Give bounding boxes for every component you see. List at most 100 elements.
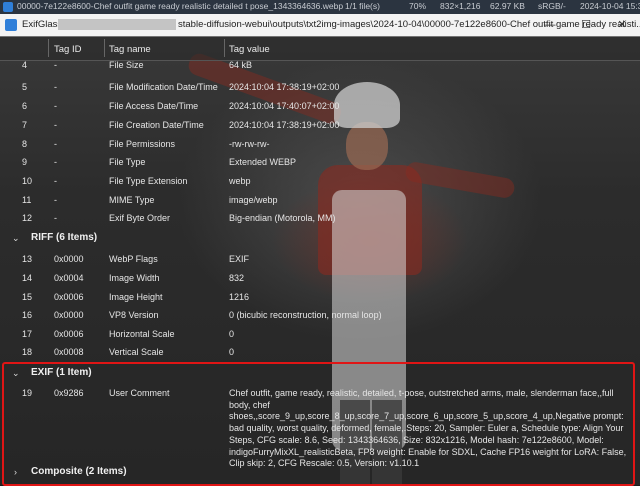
row-tag-id: 0x0000: [54, 254, 84, 264]
row-index: 7: [22, 120, 28, 130]
row-tag-name: File Permissions: [109, 139, 176, 149]
row-tag-id: -: [54, 195, 57, 205]
table-row[interactable]: 6 - File Access Date/Time 2024:10:04 17:…: [0, 97, 640, 116]
row-index: 13: [22, 254, 33, 264]
row-tag-value: Extended WEBP: [229, 157, 297, 167]
row-tag-id: -: [54, 120, 57, 130]
row-index: 6: [22, 101, 28, 111]
row-tag-name: Vertical Scale: [109, 347, 164, 357]
row-tag-id: 0x0004: [54, 273, 84, 283]
row-tag-value: 2024:10:04 17:38:19+02:00: [229, 120, 340, 130]
row-tag-value: Big-endian (Motorola, MM): [229, 213, 336, 223]
table-row[interactable]: 15 0x0006 Image Height 1216: [0, 288, 640, 307]
minimize-button[interactable]: —: [532, 14, 568, 36]
column-separator[interactable]: [48, 39, 49, 57]
row-tag-value: -rw-rw-rw-: [229, 139, 270, 149]
row-tag-id: 0x0000: [54, 310, 84, 320]
row-tag-value: 2024:10:04 17:38:19+02:00: [229, 82, 340, 92]
column-header-tag-name[interactable]: Tag name: [109, 44, 151, 55]
row-index: 4: [22, 60, 28, 70]
row-index: 8: [22, 139, 28, 149]
row-tag-name: Image Height: [109, 292, 163, 302]
image-viewer-status-bar: 00000-7e122e8600-Chef outfit game ready …: [0, 0, 640, 14]
table-row[interactable]: 10 - File Type Extension webp: [0, 172, 640, 191]
group-header-composite[interactable]: › Composite (2 Items): [0, 462, 640, 482]
table-row[interactable]: 13 0x0000 WebP Flags EXIF: [0, 250, 640, 269]
row-tag-value: image/webp: [229, 195, 278, 205]
user-comment-value: Chef outfit, game ready, realistic, deta…: [229, 388, 627, 469]
row-tag-name: Horizontal Scale: [109, 329, 175, 339]
chevron-down-icon[interactable]: ⌄: [12, 233, 20, 244]
status-file-count: 1/1 file(s): [345, 1, 380, 11]
status-dimensions: 832×1,216: [440, 1, 481, 11]
row-tag-name: VP8 Version: [109, 310, 159, 320]
status-color-space: sRGB/-: [538, 1, 566, 11]
row-tag-value: 0: [229, 347, 235, 357]
table-row[interactable]: 17 0x0006 Horizontal Scale 0: [0, 325, 640, 344]
row-index: 5: [22, 82, 28, 92]
row-tag-name: MIME Type: [109, 195, 155, 205]
chevron-down-icon[interactable]: ⌄: [12, 368, 20, 379]
row-tag-id: 0x9286: [54, 388, 84, 398]
row-tag-name: File Creation Date/Time: [109, 120, 204, 130]
table-row[interactable]: 9 - File Type Extended WEBP: [0, 153, 640, 172]
table-row[interactable]: 11 - MIME Type image/webp: [0, 191, 640, 210]
grid-header: Tag ID Tag name Tag value: [0, 36, 640, 61]
table-row[interactable]: 12 - Exif Byte Order Big-endian (Motorol…: [0, 209, 640, 228]
row-tag-name: Image Width: [109, 273, 160, 283]
row-index: 9: [22, 157, 28, 167]
row-index: 19: [22, 388, 33, 398]
table-row[interactable]: 5 - File Modification Date/Time 2024:10:…: [0, 78, 640, 97]
row-tag-id: -: [54, 139, 57, 149]
table-row[interactable]: 16 0x0000 VP8 Version 0 (bicubic reconst…: [0, 306, 640, 325]
row-index: 11: [22, 195, 32, 205]
row-tag-id: -: [54, 176, 57, 186]
column-separator[interactable]: [224, 39, 225, 57]
status-file-size: 62.97 KB: [490, 1, 525, 11]
table-row[interactable]: 14 0x0004 Image Width 832: [0, 269, 640, 288]
group-header-exif[interactable]: ⌄ EXIF (1 Item): [0, 363, 640, 383]
redacted-path-segment: [58, 19, 176, 30]
row-tag-value: webp: [229, 176, 251, 186]
row-tag-name: User Comment: [109, 388, 170, 398]
row-tag-id: 0x0008: [54, 347, 84, 357]
row-tag-name: File Size: [109, 60, 144, 70]
group-header-riff[interactable]: ⌄ RIFF (6 Items): [0, 228, 640, 248]
row-tag-name: WebP Flags: [109, 254, 158, 264]
chevron-right-icon[interactable]: ›: [14, 467, 17, 477]
row-tag-name: File Type: [109, 157, 146, 167]
row-tag-id: -: [54, 60, 57, 70]
exifglass-app-icon: [5, 19, 17, 31]
close-button[interactable]: ✕: [604, 14, 640, 36]
group-label: RIFF (6 Items): [31, 232, 98, 243]
row-tag-value: 0 (bicubic reconstruction, normal loop): [229, 310, 382, 320]
row-tag-name: Exif Byte Order: [109, 213, 171, 223]
row-tag-name: File Modification Date/Time: [109, 82, 218, 92]
row-tag-id: -: [54, 82, 57, 92]
table-row[interactable]: 7 - File Creation Date/Time 2024:10:04 1…: [0, 116, 640, 135]
row-tag-id: 0x0006: [54, 292, 84, 302]
column-header-tag-id[interactable]: Tag ID: [54, 44, 81, 55]
row-index: 17: [22, 329, 33, 339]
row-tag-id: -: [54, 101, 57, 111]
row-tag-value: 832: [229, 273, 245, 283]
row-index: 16: [22, 310, 33, 320]
table-row[interactable]: 4 - File Size 64 kB: [0, 60, 640, 72]
row-tag-value: 2024:10:04 17:40:07+02:00: [229, 101, 340, 111]
row-tag-name: File Access Date/Time: [109, 101, 199, 111]
table-row[interactable]: 19 0x9286 User Comment Chef outfit, game…: [0, 384, 640, 468]
column-separator[interactable]: [104, 39, 105, 57]
row-tag-value: EXIF: [229, 254, 250, 264]
maximize-button[interactable]: ☐: [568, 14, 604, 36]
row-tag-id: 0x0006: [54, 329, 84, 339]
table-row[interactable]: 8 - File Permissions -rw-rw-rw-: [0, 135, 640, 154]
column-header-tag-value[interactable]: Tag value: [229, 44, 270, 55]
row-tag-value: 1216: [229, 292, 250, 302]
row-tag-value: 0: [229, 329, 235, 339]
row-index: 12: [22, 213, 33, 223]
row-tag-value: 64 kB: [229, 60, 253, 70]
title-bar: ExifGlass v1.3 - stable-diffusion-webui\…: [0, 14, 640, 37]
table-row[interactable]: 18 0x0008 Vertical Scale 0: [0, 343, 640, 362]
status-date: 2024-10-04 15:38:1...: [580, 1, 640, 11]
status-file-name: 00000-7e122e8600-Chef outfit game ready …: [17, 1, 344, 11]
